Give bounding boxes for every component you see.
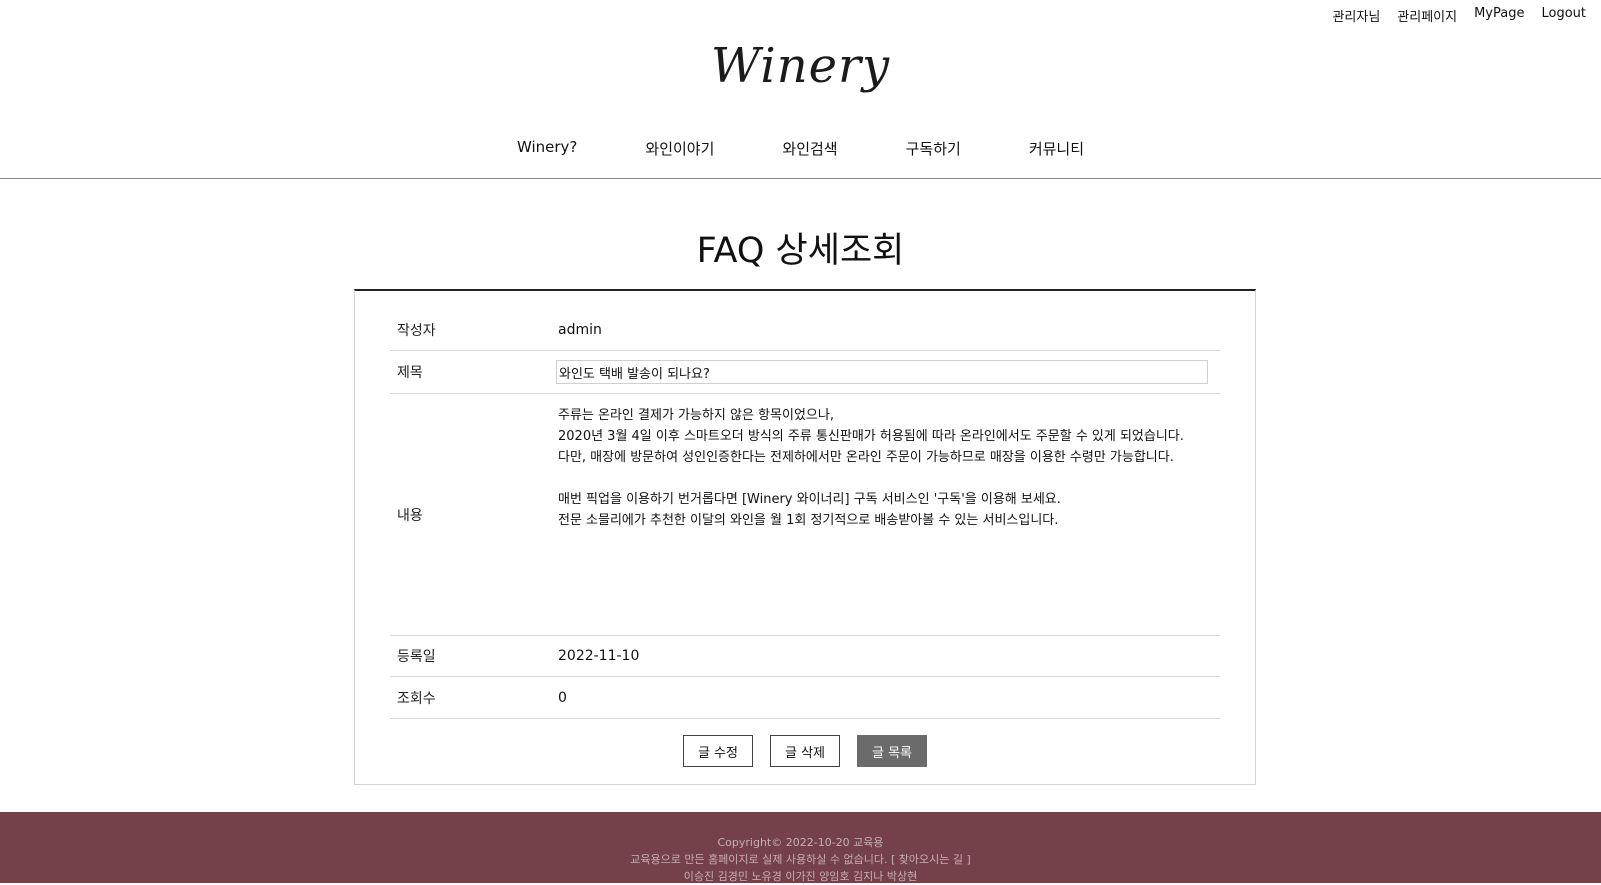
content-line: 주류는 온라인 결제가 가능하지 않은 항목이었으나, (558, 407, 834, 423)
footer-notice-line: 교육용으로 만든 홈페이지로 실제 사용하실 수 없습니다. [ 찾아오시는 길… (0, 851, 1601, 868)
content-label: 내용 (397, 507, 423, 524)
content-line: 2020년 3월 4일 이후 스마트오더 방식의 주류 통신판매가 허용됨에 따… (558, 428, 1184, 444)
date-label: 등록일 (397, 649, 436, 665)
action-buttons: 글 수정 글 삭제 글 목록 (355, 735, 1255, 767)
content-value: 주류는 온라인 결제가 가능하지 않은 항목이었으나, 2020년 3월 4일 … (558, 394, 1220, 636)
subject-row: 제목 (390, 351, 1220, 394)
edit-button[interactable]: 글 수정 (682, 735, 753, 767)
nav-item-winery[interactable]: Winery? (517, 138, 577, 159)
content-line: 전문 소믈리에가 추천한 이달의 와인을 월 1회 정기적으로 배송받아볼 수 … (558, 512, 1059, 528)
content-line (558, 468, 1184, 489)
nav-item-subscribe[interactable]: 구독하기 (906, 138, 961, 159)
mypage-link[interactable]: MyPage (1474, 6, 1524, 25)
list-button[interactable]: 글 목록 (857, 735, 928, 767)
writer-row: 작성자 admin (390, 309, 1220, 351)
admin-name-link[interactable]: 관리자님 (1332, 6, 1380, 25)
content-line: 다만, 매장에 방문하여 성인인증한다는 전제하에서만 온라인 주문이 가능하므… (558, 449, 1174, 465)
footer-notice: 교육용으로 만든 홈페이지로 실제 사용하실 수 없습니다. (630, 853, 888, 866)
logout-link[interactable]: Logout (1541, 6, 1586, 25)
site-footer: Copyright© 2022-10-20 교육용 교육용으로 만든 홈페이지로… (0, 812, 1601, 883)
utility-nav: 관리자님 관리페이지 MyPage Logout (1332, 6, 1586, 25)
site-logo[interactable]: Winery (0, 38, 1601, 94)
nav-item-wine-search[interactable]: 와인검색 (782, 138, 837, 159)
directions-link[interactable]: [ 찾아오시는 길 ] (891, 853, 971, 866)
subject-label: 제목 (397, 365, 423, 381)
footer-members: 이승진 김경민 노유경 이가진 양임호 김지나 박상현 (683, 870, 918, 883)
nav-item-wine-story[interactable]: 와인이야기 (645, 138, 714, 159)
writer-label: 작성자 (397, 322, 436, 339)
views-label: 조회수 (397, 690, 436, 707)
views-value: 0 (558, 689, 567, 706)
content-text: 주류는 온라인 결제가 가능하지 않은 항목이었으나, 2020년 3월 4일 … (558, 405, 1184, 531)
page-title: FAQ 상세조회 (696, 231, 905, 271)
views-row: 조회수 0 (390, 677, 1220, 719)
subject-value-cell (556, 360, 1220, 384)
writer-value: admin (558, 321, 602, 338)
faq-detail-card: 작성자 admin 제목 내용 주류는 온라인 결제가 가능하지 않은 항목이었… (354, 289, 1256, 785)
faq-detail-table: 작성자 admin 제목 내용 주류는 온라인 결제가 가능하지 않은 항목이었… (390, 309, 1220, 719)
date-value: 2022-11-10 (558, 648, 640, 664)
nav-item-community[interactable]: 커뮤니티 (1029, 138, 1084, 159)
subject-field[interactable] (556, 360, 1208, 384)
nav-divider (0, 178, 1601, 179)
content-line: 매번 픽업을 이용하기 번거롭다면 [Winery 와이너리] 구독 서비스인 … (558, 491, 1061, 507)
main-nav: Winery? 와인이야기 와인검색 구독하기 커뮤니티 (0, 138, 1601, 159)
content-row: 내용 주류는 온라인 결제가 가능하지 않은 항목이었으나, 2020년 3월 … (390, 394, 1220, 636)
delete-button[interactable]: 글 삭제 (769, 735, 840, 767)
date-row: 등록일 2022-11-10 (390, 636, 1220, 677)
admin-page-link[interactable]: 관리페이지 (1397, 6, 1457, 25)
footer-copyright: Copyright© 2022-10-20 교육용 (717, 836, 884, 849)
